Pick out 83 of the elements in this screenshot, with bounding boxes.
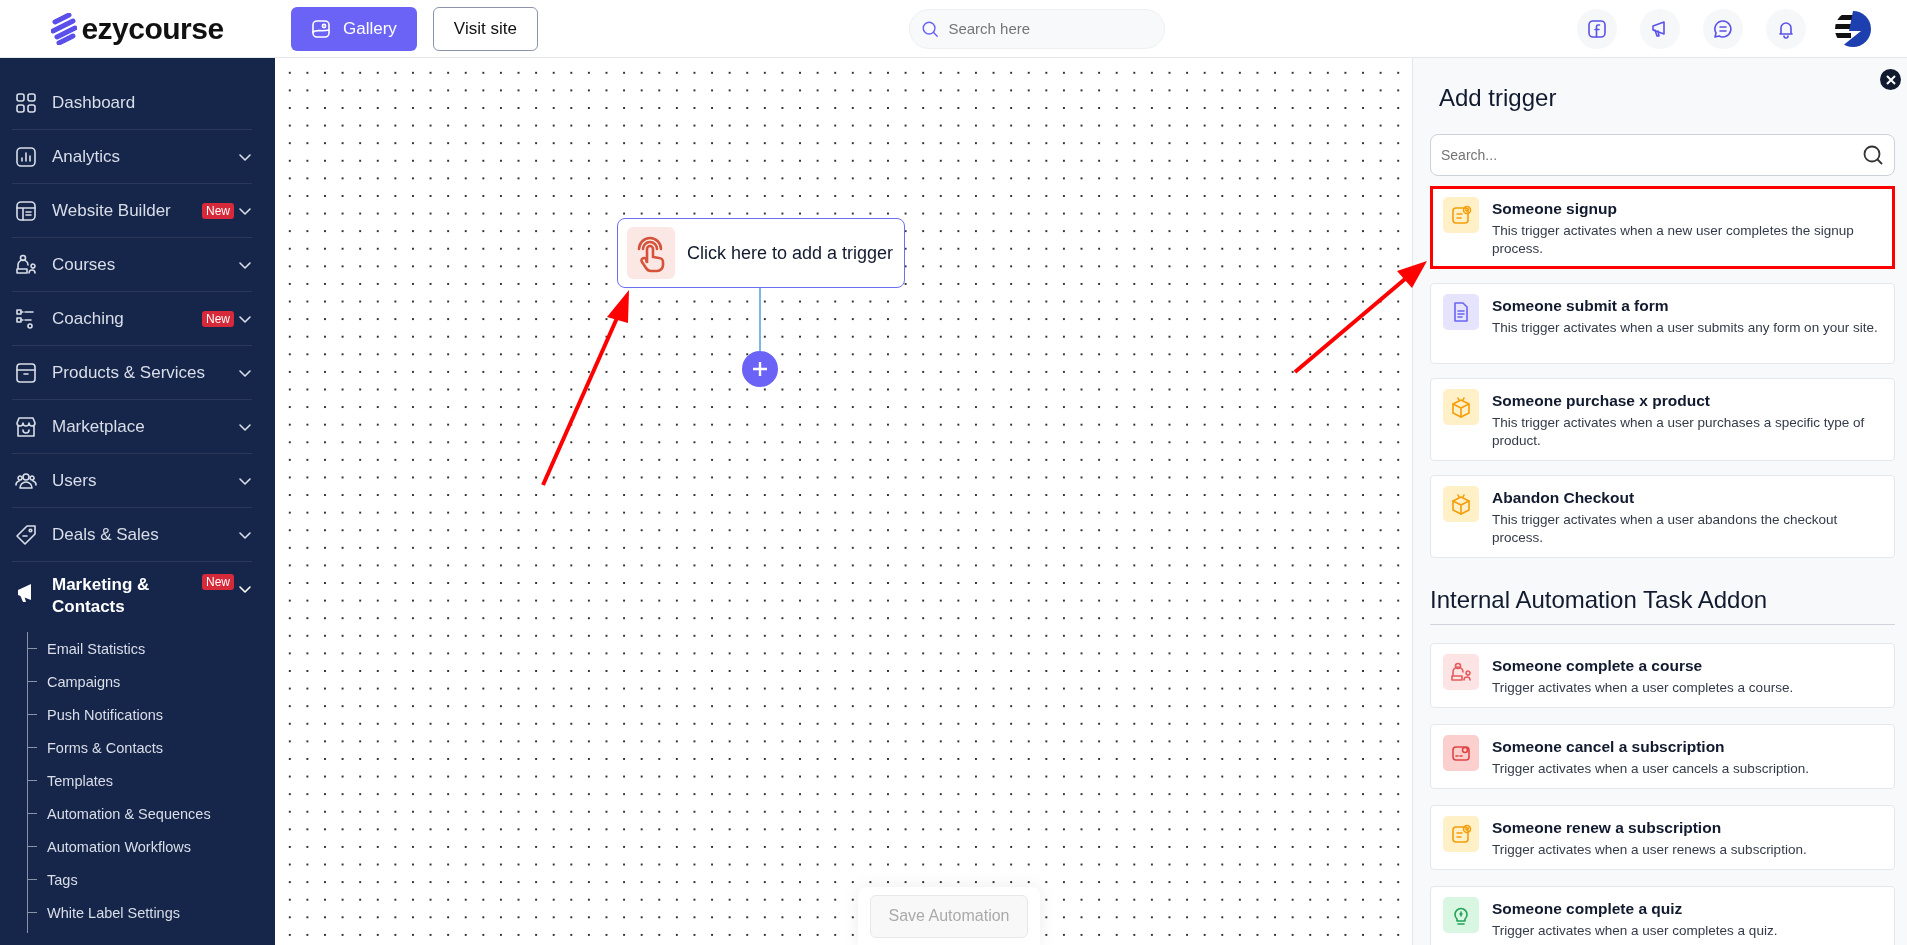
box-icon: [15, 361, 37, 384]
new-badge: New: [202, 202, 234, 219]
facebook-icon: [1587, 18, 1607, 39]
add-step-button[interactable]: [742, 351, 778, 387]
chat-button[interactable]: [1703, 8, 1743, 49]
logo-text: ezycourse: [81, 11, 224, 46]
store-icon: [15, 415, 37, 438]
bar-chart-icon: [15, 145, 37, 168]
gallery-button[interactable]: Gallery: [291, 6, 417, 51]
trigger-description: Trigger activates when a user completes a course.: [1492, 679, 1794, 697]
avatar-icon: [1835, 10, 1871, 47]
trigger-option[interactable]: Someone cancel a subscription Trigger activates when a user cancels a subscription.: [1430, 724, 1895, 789]
box-icon: [1450, 493, 1472, 515]
trigger-description: This trigger activates when a user purchases a specific type of product.: [1492, 414, 1866, 450]
trigger-description: Trigger activates when a user renews a subscription.: [1492, 841, 1807, 859]
search-icon: [1862, 144, 1884, 166]
trigger-title: Abandon Checkout: [1492, 489, 1636, 507]
megaphone-button[interactable]: [1640, 8, 1680, 49]
trigger-option[interactable]: Someone complete a quiz Trigger activates when a user completes a quiz.: [1430, 886, 1895, 945]
person-icon: [1450, 661, 1472, 683]
trigger-title: Someone complete a quiz: [1492, 900, 1684, 918]
sidebar-item[interactable]: Marketing & Contacts New: [12, 562, 252, 632]
trigger-title: Someone purchase x product: [1492, 392, 1711, 410]
submenu-item[interactable]: Push Notifications: [47, 706, 164, 723]
trigger-option[interactable]: Abandon Checkout This trigger activates when a user abandons the checkout process.: [1430, 475, 1895, 558]
trigger-title: Someone complete a course: [1492, 657, 1704, 675]
submenu-item[interactable]: Forms & Contacts: [47, 739, 164, 756]
nodes-icon: [15, 307, 37, 330]
bell-button[interactable]: [1766, 8, 1806, 49]
document-check-icon: [1450, 823, 1472, 845]
sidebar-item[interactable]: Courses: [12, 238, 252, 292]
submenu-item[interactable]: Templates: [47, 772, 114, 789]
plus-icon: [752, 361, 768, 377]
submenu-item[interactable]: Campaigns: [47, 673, 121, 690]
submenu-item[interactable]: White Label Settings: [47, 904, 180, 921]
image-icon: [311, 18, 331, 39]
search-icon: [921, 19, 940, 38]
connector-line: [759, 288, 761, 351]
facebook-button[interactable]: [1577, 8, 1617, 49]
grid-icon: [15, 91, 37, 114]
node-label: Click here to add a trigger: [687, 242, 894, 264]
trigger-title: Someone signup: [1492, 200, 1618, 218]
tag-icon: [15, 523, 37, 546]
trigger-description: This trigger activates when a user submits any form on your site.: [1492, 319, 1878, 337]
box-icon: [1450, 396, 1472, 418]
close-button[interactable]: [1880, 69, 1901, 90]
new-badge: New: [202, 310, 234, 327]
logo-icon: [51, 12, 78, 45]
sidebar-item[interactable]: Analytics: [12, 130, 252, 184]
trigger-option[interactable]: Someone submit a form This trigger activates when a user submits any form on your site.: [1430, 283, 1895, 364]
submenu-item[interactable]: Automation Workflows: [47, 838, 191, 855]
trigger-option[interactable]: Someone complete a course Trigger activates when a user completes a course.: [1430, 643, 1895, 708]
trigger-node[interactable]: Click here to add a trigger: [617, 218, 905, 288]
submenu-item[interactable]: Email Statistics: [47, 640, 146, 657]
new-badge: New: [202, 574, 234, 590]
person-icon: [15, 253, 37, 276]
search-field[interactable]: Search...: [1430, 134, 1895, 176]
sidebar-item[interactable]: Deals & Sales: [12, 508, 252, 562]
trigger-option[interactable]: Someone renew a subscription Trigger activates when a user renews a subscription.: [1430, 805, 1895, 870]
trigger-title: Someone renew a subscription: [1492, 819, 1723, 837]
close-icon: [1885, 74, 1896, 85]
trigger-description: Trigger activates when a user completes a quiz.: [1492, 922, 1778, 940]
trigger-title: Someone submit a form: [1492, 297, 1670, 315]
sidebar-item[interactable]: Dashboard: [12, 76, 252, 130]
sidebar-item[interactable]: Users: [12, 454, 252, 508]
trigger-title: Someone cancel a subscription: [1492, 738, 1726, 756]
sidebar-item[interactable]: Coaching New: [12, 292, 252, 346]
submenu-item[interactable]: Automation & Sequences: [47, 805, 211, 822]
section-heading: Internal Automation Task Addon: [1430, 586, 1769, 615]
sidebar-item[interactable]: Products & Services: [12, 346, 252, 400]
document-check-icon: [1450, 204, 1472, 226]
visit-site-button[interactable]: Visit site: [432, 6, 538, 51]
chat-icon: [1713, 18, 1733, 39]
layout-icon: [15, 199, 37, 222]
trigger-description: Trigger activates when a user cancels a subscription.: [1492, 760, 1809, 778]
submenu-item[interactable]: Tags: [47, 871, 78, 888]
trigger-description: This trigger activates when a user abandons the checkout process.: [1492, 511, 1839, 547]
trigger-description: This trigger activates when a new user completes the signup process.: [1492, 222, 1855, 258]
panel-title: Add trigger: [1439, 83, 1557, 113]
sidebar-item[interactable]: Website Builder New: [12, 184, 252, 238]
trigger-option[interactable]: Someone signup This trigger activates when a new user completes the signup process.: [1430, 186, 1895, 269]
trigger-option[interactable]: Someone purchase x product This trigger activates when a user purchases a specific type of product.: [1430, 378, 1895, 461]
sidebar-item[interactable]: Marketplace: [12, 400, 252, 454]
